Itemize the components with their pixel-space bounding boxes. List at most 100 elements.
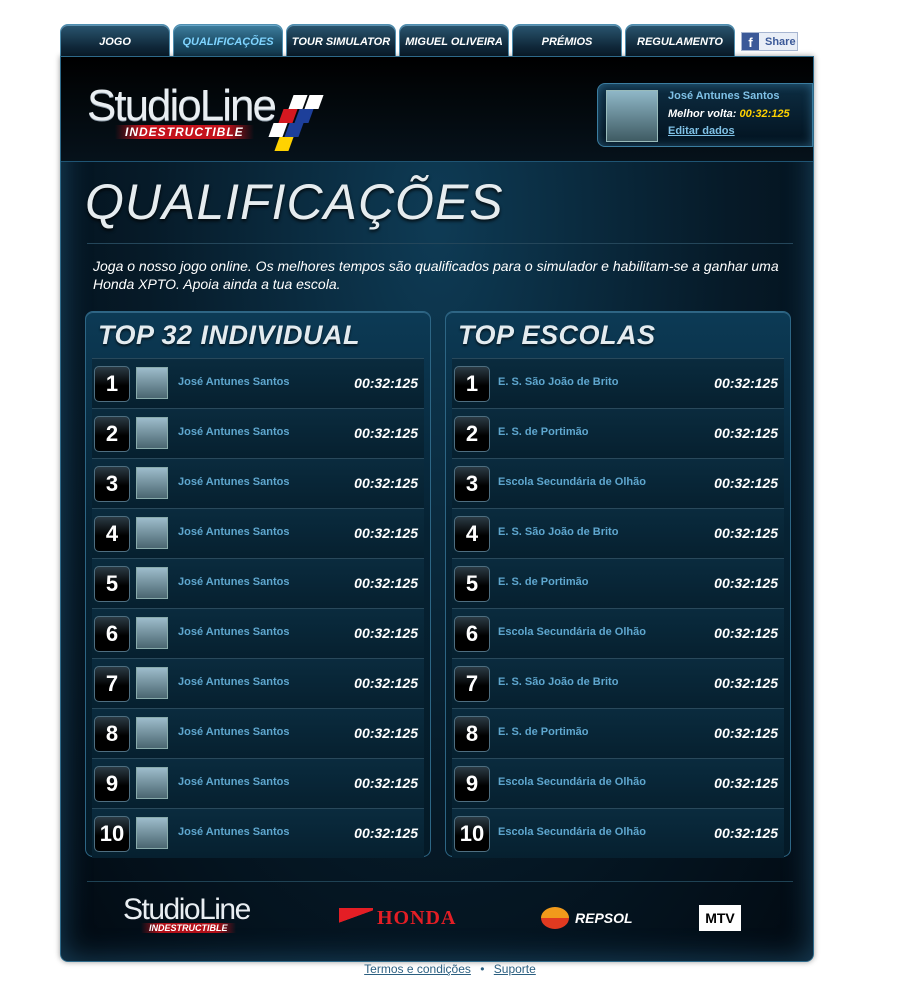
- table-row[interactable]: 6 José Antunes Santos 00:32:125: [92, 608, 424, 658]
- table-row[interactable]: 1 E. S. São João de Brito 00:32:125: [452, 358, 784, 408]
- rank-name[interactable]: E. S. de Portimão: [498, 726, 588, 738]
- best-lap-time: 00:32:125: [739, 108, 790, 120]
- table-row[interactable]: 5 José Antunes Santos 00:32:125: [92, 558, 424, 608]
- tab-qualificacoes[interactable]: QUALIFICAÇÕES: [173, 24, 283, 58]
- sponsor-repsol-logo[interactable]: REPSOL: [541, 893, 641, 943]
- table-row[interactable]: 2 E. S. de Portimão 00:32:125: [452, 408, 784, 458]
- rank-time: 00:32:125: [714, 675, 778, 691]
- repsol-text: REPSOL: [575, 910, 633, 926]
- header-bar: StudioLine INDESTRUCTIBLE José Antunes S…: [61, 57, 813, 162]
- rank-name[interactable]: E. S. São João de Brito: [498, 526, 618, 538]
- rank-name[interactable]: José Antunes Santos: [178, 826, 289, 838]
- table-row[interactable]: 9 Escola Secundária de Olhão 00:32:125: [452, 758, 784, 808]
- support-link[interactable]: Suporte: [494, 962, 536, 976]
- sponsor-honda-logo[interactable]: HONDA: [339, 893, 489, 943]
- table-row[interactable]: 7 E. S. São João de Brito 00:32:125: [452, 658, 784, 708]
- rank-position: 9: [94, 766, 130, 802]
- rank-position: 8: [454, 716, 490, 752]
- rank-name[interactable]: Escola Secundária de Olhão: [498, 476, 646, 488]
- table-row[interactable]: 3 Escola Secundária de Olhão 00:32:125: [452, 458, 784, 508]
- logo-sub-text: INDESTRUCTIBLE: [115, 125, 254, 139]
- tab-premios[interactable]: PRÉMIOS: [512, 24, 622, 58]
- share-label: Share: [765, 35, 796, 48]
- rank-position: 1: [454, 366, 490, 402]
- table-row[interactable]: 9 José Antunes Santos 00:32:125: [92, 758, 424, 808]
- rank-name[interactable]: José Antunes Santos: [178, 476, 289, 488]
- rank-name[interactable]: José Antunes Santos: [178, 426, 289, 438]
- facebook-share-button[interactable]: f Share: [741, 32, 798, 51]
- table-row[interactable]: 10 José Antunes Santos 00:32:125: [92, 808, 424, 858]
- rank-position: 3: [454, 466, 490, 502]
- table-row[interactable]: 1 José Antunes Santos 00:32:125: [92, 358, 424, 408]
- title-divider: [87, 243, 793, 244]
- table-row[interactable]: 6 Escola Secundária de Olhão 00:32:125: [452, 608, 784, 658]
- intro-text: Joga o nosso jogo online. Os melhores te…: [93, 258, 779, 292]
- table-row[interactable]: 5 E. S. de Portimão 00:32:125: [452, 558, 784, 608]
- tab-jogo[interactable]: JOGO: [60, 24, 170, 58]
- rank-name[interactable]: José Antunes Santos: [178, 376, 289, 388]
- rank-name[interactable]: E. S. de Portimão: [498, 576, 588, 588]
- avatar: [136, 517, 168, 549]
- rank-position: 3: [94, 466, 130, 502]
- rank-time: 00:32:125: [714, 775, 778, 791]
- tab-regulamento[interactable]: REGULAMENTO: [625, 24, 735, 58]
- rank-time: 00:32:125: [354, 775, 418, 791]
- rank-name[interactable]: Escola Secundária de Olhão: [498, 626, 646, 638]
- rank-name[interactable]: E. S. São João de Brito: [498, 676, 618, 688]
- table-row[interactable]: 3 José Antunes Santos 00:32:125: [92, 458, 424, 508]
- rank-position: 1: [94, 366, 130, 402]
- avatar[interactable]: [606, 90, 658, 142]
- rank-name[interactable]: José Antunes Santos: [178, 676, 289, 688]
- rank-position: 8: [94, 716, 130, 752]
- table-row[interactable]: 10 Escola Secundária de Olhão 00:32:125: [452, 808, 784, 858]
- table-row[interactable]: 4 José Antunes Santos 00:32:125: [92, 508, 424, 558]
- rank-position: 7: [454, 666, 490, 702]
- rank-position: 4: [94, 516, 130, 552]
- avatar: [136, 367, 168, 399]
- rank-position: 5: [94, 566, 130, 602]
- rank-name[interactable]: José Antunes Santos: [178, 626, 289, 638]
- main-panel: StudioLine INDESTRUCTIBLE José Antunes S…: [60, 56, 814, 962]
- terms-link[interactable]: Termos e condições: [364, 962, 471, 976]
- sponsor-studioline-text: StudioLine: [123, 893, 251, 926]
- logo-main-text: StudioLine: [87, 81, 277, 130]
- rank-position: 2: [454, 416, 490, 452]
- studioline-logo[interactable]: StudioLine INDESTRUCTIBLE: [87, 81, 327, 151]
- rank-name[interactable]: E. S. São João de Brito: [498, 376, 618, 388]
- rank-name[interactable]: José Antunes Santos: [178, 576, 289, 588]
- best-lap-label: Melhor volta:: [668, 108, 737, 120]
- user-name[interactable]: José Antunes Santos: [668, 90, 779, 102]
- tab-tour-simulator[interactable]: TOUR SIMULATOR: [286, 24, 396, 58]
- rank-time: 00:32:125: [354, 525, 418, 541]
- table-row[interactable]: 7 José Antunes Santos 00:32:125: [92, 658, 424, 708]
- table-row[interactable]: 2 José Antunes Santos 00:32:125: [92, 408, 424, 458]
- table-row[interactable]: 8 E. S. de Portimão 00:32:125: [452, 708, 784, 758]
- sponsor-divider: [87, 881, 793, 882]
- rank-name[interactable]: E. S. de Portimão: [498, 426, 588, 438]
- table-row[interactable]: 8 José Antunes Santos 00:32:125: [92, 708, 424, 758]
- sponsor-studioline-logo[interactable]: StudioLine INDESTRUCTIBLE: [123, 893, 293, 943]
- rank-time: 00:32:125: [354, 475, 418, 491]
- rank-name[interactable]: José Antunes Santos: [178, 726, 289, 738]
- user-profile-box: José Antunes Santos Melhor volta: 00:32:…: [597, 83, 813, 147]
- avatar: [136, 817, 168, 849]
- tab-miguel-oliveira[interactable]: MIGUEL OLIVEIRA: [399, 24, 509, 58]
- avatar: [136, 467, 168, 499]
- avatar: [136, 567, 168, 599]
- edit-profile-link[interactable]: Editar dados: [668, 125, 735, 137]
- rank-name[interactable]: José Antunes Santos: [178, 776, 289, 788]
- rank-time: 00:32:125: [714, 575, 778, 591]
- table-row[interactable]: 4 E. S. São João de Brito 00:32:125: [452, 508, 784, 558]
- top-escolas-panel: TOP ESCOLAS 1 E. S. São João de Brito 00:3…: [445, 311, 791, 858]
- rank-name[interactable]: Escola Secundária de Olhão: [498, 776, 646, 788]
- rank-name[interactable]: José Antunes Santos: [178, 526, 289, 538]
- footer-separator: •: [480, 962, 485, 976]
- rank-position: 9: [454, 766, 490, 802]
- best-lap: Melhor volta: 00:32:125: [668, 108, 790, 120]
- avatar: [136, 717, 168, 749]
- footer: Termos e condições • Suporte: [0, 962, 900, 976]
- rank-position: 5: [454, 566, 490, 602]
- rank-time: 00:32:125: [354, 375, 418, 391]
- rank-name[interactable]: Escola Secundária de Olhão: [498, 826, 646, 838]
- sponsor-mtv-logo[interactable]: MTV: [699, 893, 743, 943]
